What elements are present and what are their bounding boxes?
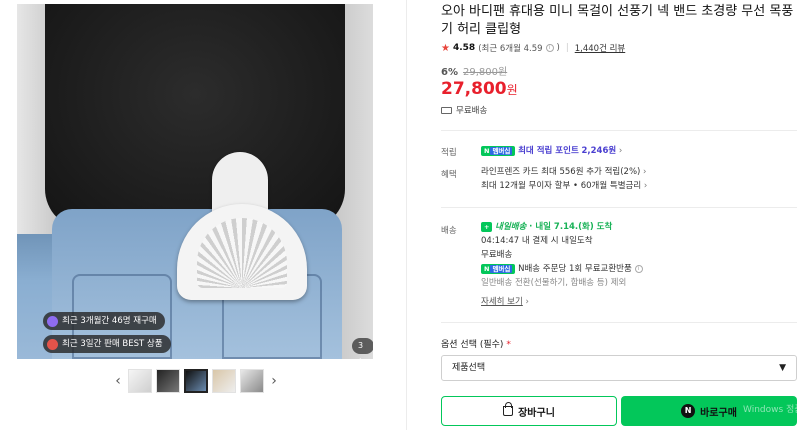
thumbnail-2[interactable] (156, 369, 180, 393)
image-counter: 3 / 11 (352, 338, 373, 359)
delivery-more[interactable]: 자세히 보기 › (481, 295, 529, 309)
truck-icon (441, 106, 452, 114)
thumbnail-strip: ‹ › (112, 369, 280, 393)
free-shipping: 무료배송 (441, 104, 487, 116)
repurchase-badge: 최근 3개월간 46명 재구매 (43, 312, 165, 330)
chevron-right-icon: › (525, 297, 529, 307)
max-point-text: 최대 적립 포인트 (518, 146, 579, 156)
arrival-date: · 내일 7.14.(화) 도착 (529, 222, 613, 232)
delivery-exchange: N 멤버십 N배송 주문당 1회 무료교환반품 i (481, 262, 643, 276)
buy-now-label: 바로구매 (700, 407, 737, 419)
thumbnail-1[interactable] (128, 369, 152, 393)
best-seller-badge: 최근 3일간 판매 BEST 상품 (43, 335, 171, 353)
chevron-right-icon: › (618, 146, 623, 156)
chevron-right-icon: › (643, 181, 648, 191)
card-benefit-text: 라인프렌즈 카드 최대 556원 추가 적립(2%) (481, 167, 641, 177)
npay-badge-plus: 멤버십 (490, 264, 513, 273)
rating-row: ★ 4.58 (최근 6개월 4.59 i) | 1,440건 리뷰 (441, 42, 626, 55)
image-shirt (45, 4, 345, 229)
rating-score: 4.58 (452, 43, 476, 53)
npay-membership-badge: N 멤버십 (481, 145, 516, 156)
max-point-value: 2,246원 (581, 146, 617, 156)
thumbnail-4[interactable] (212, 369, 236, 393)
thumbnail-5[interactable] (240, 369, 264, 393)
npay-membership-badge: N 멤버십 (481, 263, 516, 274)
repurchase-badge-text: 최근 3개월간 46명 재구매 (62, 316, 157, 326)
rating-recent-close: ) (556, 43, 560, 53)
best-seller-badge-text: 최근 3일간 판매 BEST 상품 (62, 339, 163, 349)
product-title: 오아 바디팬 휴대용 미니 목걸이 선풍기 넥 밴드 초경량 무선 목풍기 허리… (441, 4, 794, 37)
rating-recent: (최근 6개월 4.59 (478, 44, 543, 54)
point-label: 적립 (441, 148, 457, 158)
divider (441, 322, 797, 323)
column-divider (406, 0, 407, 430)
npay-badge-n: N (484, 146, 490, 155)
best-seller-icon (47, 338, 58, 350)
required-mark: * (506, 340, 511, 350)
option-select-value: 제품선택 (452, 363, 486, 373)
chevron-right-icon: › (643, 167, 647, 177)
info-icon[interactable]: i (634, 264, 643, 273)
benefit-label: 혜택 (441, 170, 457, 180)
n-delivery-icon: + (481, 221, 493, 232)
point-row[interactable]: N 멤버십 최대 적립 포인트 2,246원 › (481, 144, 622, 158)
discount-rate: 6% (441, 67, 458, 78)
free-shipping-text: 무료배송 (456, 106, 488, 116)
add-to-cart-label: 장바구니 (518, 407, 555, 419)
shopping-bag-icon (503, 402, 514, 416)
discount-row: 6% 29,800원 (441, 63, 507, 78)
info-icon[interactable]: i (545, 44, 554, 52)
prev-arrow-icon[interactable]: ‹ (112, 373, 124, 389)
chevron-down-icon: ▼ (779, 363, 786, 373)
next-arrow-icon[interactable]: › (268, 373, 280, 389)
product-main-image[interactable]: 최근 3개월간 46명 재구매 최근 3일간 판매 BEST 상품 3 / 11 (17, 4, 373, 359)
add-to-cart-button[interactable]: 장바구니 (441, 396, 617, 426)
delivery-free: 무료배송 (481, 250, 513, 260)
star-icon: ★ (441, 42, 450, 54)
separator: | (565, 43, 569, 53)
repurchase-icon (47, 315, 58, 327)
sale-price: 27,800원 (441, 79, 518, 99)
option-select[interactable]: 제품선택 ▼ (441, 355, 797, 381)
delivery-label: 배송 (441, 226, 457, 236)
delivery-deadline: 04:14:47 내 결제 시 내일도착 (481, 236, 593, 246)
npay-badge-plus: 멤버십 (490, 146, 513, 155)
divider (441, 207, 797, 208)
thumbnail-3[interactable] (184, 369, 208, 393)
naver-pay-icon: N (681, 404, 696, 418)
windows-activation-watermark: Windows 정품 인증 (743, 405, 800, 415)
option-label-text: 옵션 선택 (필수) (441, 340, 504, 350)
tomorrow-delivery-badge: 내일배송 (495, 222, 527, 232)
delivery-more-link[interactable]: 자세히 보기 (481, 297, 523, 307)
installment-benefit[interactable]: 최대 12개월 무이자 할부 • 60개월 특별금리 › (481, 179, 647, 193)
sale-price-value: 27,800 (441, 79, 507, 99)
fan-grill (197, 218, 287, 288)
installment-text: 최대 12개월 무이자 할부 • 60개월 특별금리 (481, 181, 642, 191)
delivery-arrival: + 내일배송 · 내일 7.14.(화) 도착 (481, 220, 612, 234)
original-price: 29,800원 (462, 67, 508, 78)
sale-price-unit: 원 (506, 83, 518, 97)
exchange-text: N배송 주문당 1회 무료교환반품 (518, 264, 632, 274)
npay-badge-n: N (484, 264, 490, 273)
divider (441, 130, 797, 131)
option-label: 옵션 선택 (필수) * (441, 337, 511, 350)
delivery-note: 일반배송 전환(선물하기, 합배송 등) 제외 (481, 278, 627, 288)
reviews-link[interactable]: 1,440건 리뷰 (575, 42, 626, 54)
card-benefit[interactable]: 라인프렌즈 카드 최대 556원 추가 적립(2%) › (481, 165, 646, 179)
